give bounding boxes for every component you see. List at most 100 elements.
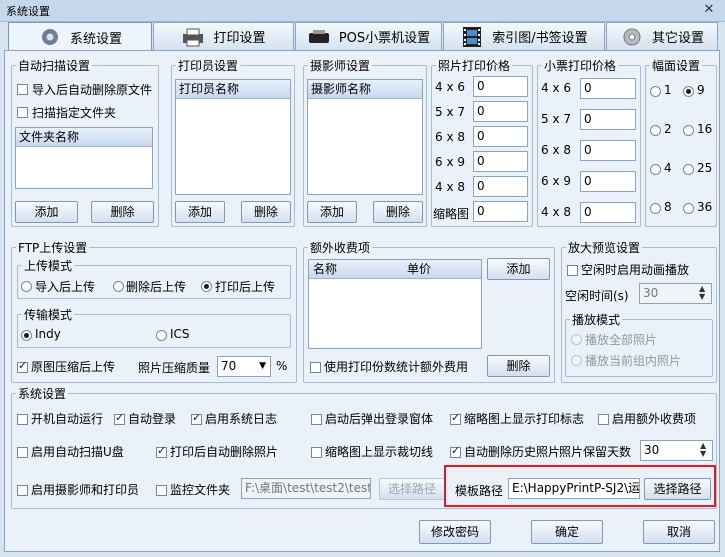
delete-photographer-button[interactable]: 删除	[373, 201, 423, 223]
tab-other-settings[interactable]: 其它设置	[606, 22, 718, 50]
tab-system-settings[interactable]: 系统设置	[8, 22, 152, 51]
photo-price-input[interactable]: 0	[473, 126, 528, 147]
monitor-folder-path[interactable]: F:\桌面\test\test2\test	[241, 478, 371, 499]
keep-days-input[interactable]: 30 ▲ ▼	[640, 440, 713, 461]
popup-login-checkbox[interactable]	[311, 414, 322, 425]
group-title: 传输模式	[24, 308, 73, 322]
add-photographer-button[interactable]: 添加	[307, 201, 357, 223]
layout-radio-25[interactable]	[683, 164, 694, 175]
layout-radio-16[interactable]	[683, 125, 694, 136]
delete-extra-fee-button[interactable]: 删除	[487, 355, 550, 377]
checkbox-label: 使用打印份数统计额外费用	[324, 360, 469, 374]
group-title: 幅面设置	[652, 59, 701, 73]
upload-after-print-radio[interactable]	[201, 281, 212, 292]
tab-label: 系统设置	[69, 31, 122, 47]
add-printer-staff-button[interactable]: 添加	[175, 201, 225, 223]
upload-after-import-radio[interactable]	[21, 281, 32, 292]
play-group-radio[interactable]	[571, 355, 582, 366]
upload-after-delete-radio[interactable]	[113, 281, 124, 292]
play-all-radio[interactable]	[571, 334, 582, 345]
delete-printer-staff-button[interactable]: 删除	[241, 201, 291, 223]
printer-staff-list[interactable]: 打印员名称	[175, 79, 291, 195]
quality-select[interactable]: 70 ▼	[217, 356, 271, 377]
delete-after-print-checkbox[interactable]	[156, 444, 167, 458]
price-size-label: 6 x 8	[435, 130, 465, 144]
checkbox-label: 监控文件夹	[170, 483, 231, 497]
column-name: 名称	[313, 262, 338, 276]
gear-icon	[41, 29, 58, 45]
extra-fee-list[interactable]: 名称 单价	[308, 259, 482, 349]
layout-radio-8[interactable]	[650, 203, 661, 214]
use-print-count-checkbox[interactable]	[310, 362, 321, 373]
checkbox-label: 缩略图上显示打印标志	[464, 412, 585, 426]
add-folder-button[interactable]: 添加	[15, 201, 78, 223]
enable-photographer-printer-checkbox[interactable]	[17, 485, 28, 496]
enable-extra-fee-checkbox[interactable]	[598, 414, 609, 425]
tab-index-bookmark-settings[interactable]: 索引图/书签设置	[443, 22, 605, 50]
change-password-button[interactable]: 修改密码	[419, 520, 491, 544]
list-header: 打印员名称	[176, 80, 290, 99]
group-title: 自动扫描设置	[18, 59, 91, 73]
folder-list[interactable]: 文件夹名称	[15, 127, 153, 189]
ticket-price-input[interactable]: 0	[580, 202, 636, 223]
ticket-price-input[interactable]: 0	[580, 171, 636, 192]
chevron-down-icon: ▼	[259, 361, 266, 371]
group-title: 放大预览设置	[568, 241, 641, 255]
photo-price-input[interactable]: 0	[473, 101, 528, 122]
receipt-printer-icon	[308, 29, 329, 43]
close-button[interactable]: ✕	[699, 2, 719, 19]
auto-delete-history-checkbox[interactable]	[450, 444, 461, 458]
ticket-price-input[interactable]: 0	[580, 109, 636, 130]
film-strip-icon	[463, 26, 482, 47]
choose-template-path-button[interactable]: 选择路径	[644, 478, 711, 500]
photo-price-input[interactable]: 0	[473, 176, 528, 197]
checkbox-label: 启用自动扫描U盘	[31, 445, 124, 459]
system-log-checkbox[interactable]	[191, 411, 202, 425]
idle-animation-checkbox[interactable]	[567, 265, 578, 276]
layout-radio-9[interactable]	[683, 86, 694, 97]
checkbox-label: 启用系统日志	[205, 412, 278, 426]
tab-label: POS小票机设置	[338, 31, 431, 46]
cancel-button[interactable]: 取消	[643, 520, 715, 544]
auto-scan-usb-checkbox[interactable]	[17, 447, 28, 458]
monitor-folder-checkbox[interactable]	[156, 485, 167, 496]
radio-label: 9	[697, 83, 705, 97]
quality-unit: %	[276, 359, 288, 373]
scan-folder-checkbox[interactable]	[17, 107, 28, 118]
tab-label: 索引图/书签设置	[492, 31, 588, 46]
photographer-list[interactable]: 摄影师名称	[307, 79, 423, 195]
auto-start-checkbox[interactable]	[17, 414, 28, 425]
add-extra-fee-button[interactable]: 添加	[487, 258, 550, 280]
ticket-price-input[interactable]: 0	[580, 78, 636, 99]
tab-print-settings[interactable]: 打印设置	[153, 22, 294, 50]
transfer-ics-radio[interactable]	[156, 330, 167, 341]
group-title: 额外收费项	[310, 241, 371, 255]
cog-icon	[623, 28, 641, 45]
choose-monitor-path-button[interactable]: 选择路径	[379, 478, 445, 500]
layout-radio-4[interactable]	[650, 164, 661, 175]
photo-price-input[interactable]: 0	[473, 151, 528, 172]
delete-after-import-checkbox[interactable]	[17, 84, 28, 95]
compress-before-upload-checkbox[interactable]	[17, 359, 28, 373]
show-crop-line-checkbox[interactable]	[311, 447, 322, 458]
photo-price-input[interactable]: 0	[473, 76, 528, 97]
tab-pos-printer-settings[interactable]: POS小票机设置	[295, 22, 442, 50]
delete-folder-button[interactable]: 删除	[91, 201, 154, 223]
transfer-indy-radio[interactable]	[21, 330, 32, 341]
show-print-mark-checkbox[interactable]	[450, 411, 461, 425]
checkbox-label: 启用摄影师和打印员	[31, 483, 140, 497]
template-path-input[interactable]: E:\HappyPrintP-SJ2\运	[508, 478, 640, 499]
idle-time-input[interactable]: 30 ▲ ▼	[639, 283, 712, 304]
close-icon: ✕	[703, 2, 715, 17]
layout-radio-36[interactable]	[683, 203, 694, 214]
radio-label: 4	[664, 161, 672, 175]
layout-radio-1[interactable]	[650, 86, 661, 97]
auto-login-checkbox[interactable]	[114, 411, 125, 425]
layout-radio-2[interactable]	[650, 125, 661, 136]
ticket-price-input[interactable]: 0	[580, 140, 636, 161]
price-size-label: 6 x 9	[435, 155, 465, 169]
ok-button[interactable]: 确定	[531, 520, 603, 544]
checkbox-label: 启用额外收费项	[612, 412, 697, 426]
checkbox-label: 自动登录	[128, 412, 177, 426]
photo-price-input[interactable]: 0	[473, 201, 528, 222]
